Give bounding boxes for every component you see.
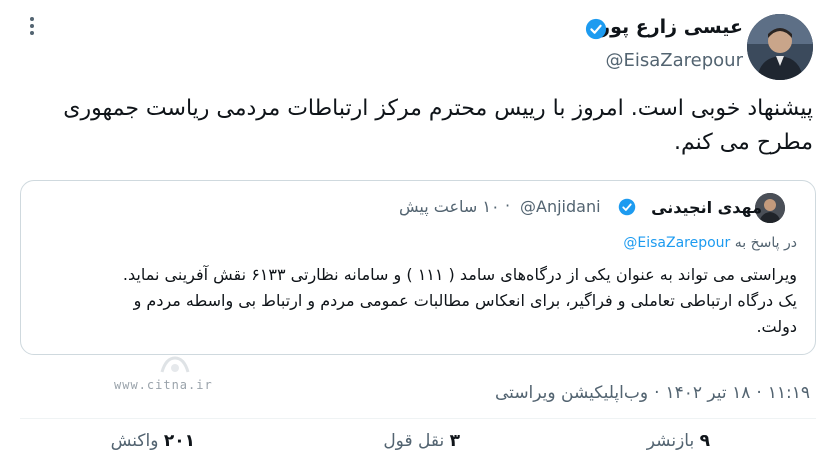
tweet-meta: ۱۱:۱۹·۱۸ تیر ۱۴۰۲·وب‌اپلیکیشن ویراستی: [495, 383, 810, 403]
quoted-author-name[interactable]: مهدی انجیدنی: [651, 198, 762, 217]
reply-context: در پاسخ به @EisaZarepour: [623, 235, 797, 251]
reposts-count: ۹: [699, 431, 710, 451]
quotes-label: نقل قول: [383, 431, 445, 451]
author-handle[interactable]: @EisaZarepour: [606, 50, 743, 71]
reposts-label: بازنشر: [646, 431, 695, 451]
quoted-verified-badge-icon: [618, 198, 636, 216]
quotes-stat[interactable]: ۳ نقل قول: [383, 431, 460, 451]
quoted-text-line: دولت.: [756, 317, 797, 336]
tweet-date[interactable]: ۱۸ تیر ۱۴۰۲: [665, 383, 750, 403]
likes-stat[interactable]: ۲۰۱ واکنش: [111, 431, 195, 451]
separator-dot: ·: [505, 196, 511, 215]
quoted-timestamp[interactable]: ۱۰ ساعت پیش: [399, 197, 500, 216]
tweet-source: وب‌اپلیکیشن ویراستی: [495, 383, 649, 403]
watermark-logo-icon: [160, 356, 190, 373]
author-name[interactable]: عیسی زارع پور: [599, 16, 743, 38]
tweet-text-line: پیشنهاد خوبی است. امروز با رییس محترم مر…: [63, 96, 813, 121]
reply-mention-link[interactable]: @EisaZarepour: [623, 235, 730, 251]
verified-badge-icon: [585, 18, 607, 40]
reposts-stat[interactable]: ۹ بازنشر: [647, 431, 710, 451]
quoted-text-line: ویراستی می تواند به عنوان یکی از درگاه‌ه…: [122, 265, 797, 284]
tweet-time[interactable]: ۱۱:۱۹: [768, 383, 810, 403]
watermark-text: www.citna.ir: [114, 378, 213, 392]
tweet-card: عیسی زارع پور @EisaZarepour پیشنهاد خوبی…: [0, 0, 835, 476]
reply-prefix: در پاسخ به: [734, 235, 797, 251]
likes-label: واکنش: [110, 431, 159, 451]
divider: [20, 418, 816, 419]
tweet-text-line: مطرح می کنم.: [673, 130, 813, 155]
tweet-text: پیشنهاد خوبی است. امروز با رییس محترم مر…: [13, 92, 813, 160]
quotes-count: ۳: [449, 431, 460, 451]
more-options-icon[interactable]: [22, 14, 42, 38]
likes-count: ۲۰۱: [163, 431, 195, 451]
quoted-text: ویراستی می تواند به عنوان یکی از درگاه‌ه…: [37, 262, 797, 340]
author-avatar[interactable]: [747, 14, 813, 80]
quoted-author-handle[interactable]: @Anjidani: [520, 197, 601, 216]
quoted-text-line: یک درگاه ارتباطی تعاملی و فراگیر، برای ا…: [133, 291, 797, 310]
